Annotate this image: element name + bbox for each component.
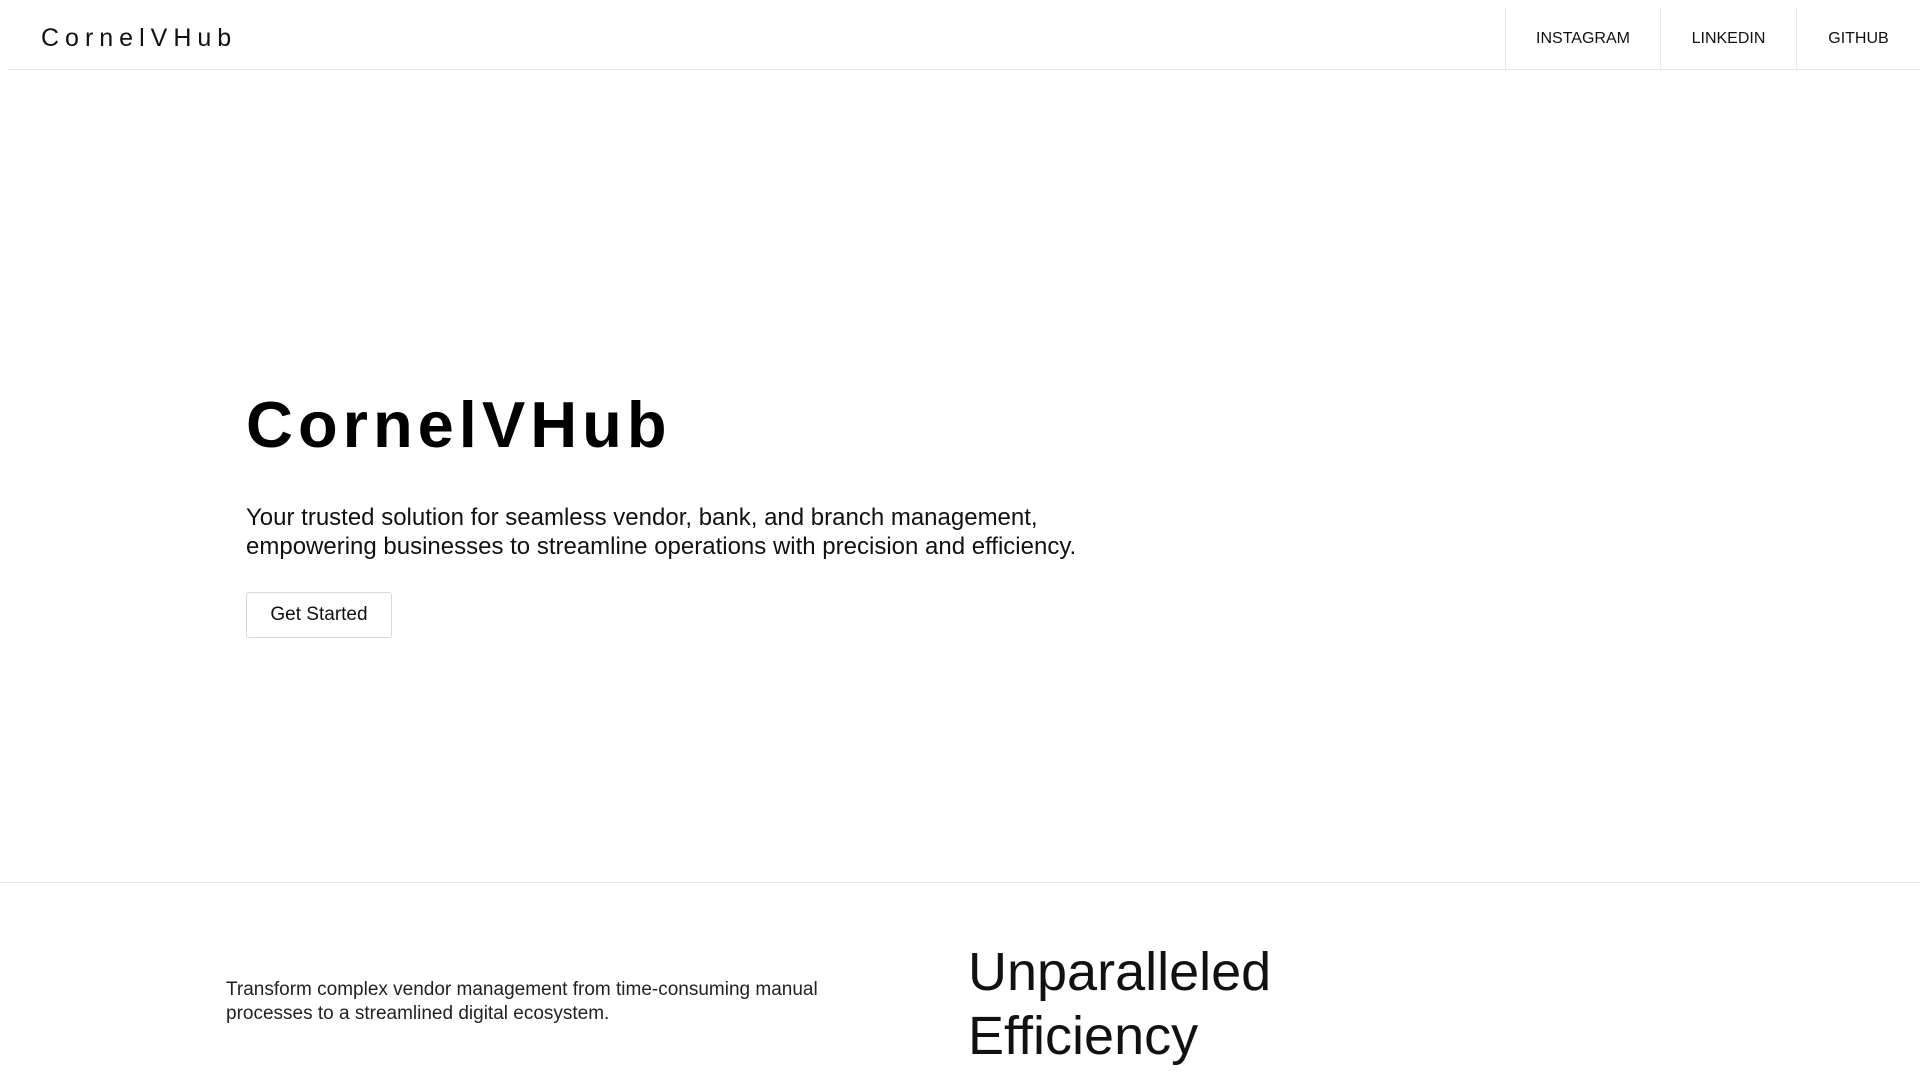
feature-description-line-1: Transform complex vendor management from…	[226, 979, 818, 1000]
nav-link-instagram[interactable]: INSTAGRAM	[1505, 8, 1660, 69]
site-header: CornelVHub INSTAGRAM LINKEDIN GITHUB	[8, 8, 1920, 70]
brand-logo[interactable]: CornelVHub	[8, 8, 237, 69]
hero-title: CornelVHub	[246, 388, 672, 461]
hero-subtitle-line-2: empowering businesses to streamline oper…	[246, 533, 1077, 560]
feature-description: Transform complex vendor management from…	[226, 978, 866, 1026]
nav-link-github[interactable]: GITHUB	[1796, 8, 1920, 69]
hero-section: CornelVHub Your trusted solution for sea…	[0, 70, 1920, 883]
hero-subtitle: Your trusted solution for seamless vendo…	[246, 503, 1166, 561]
nav-link-linkedin[interactable]: LINKEDIN	[1660, 8, 1796, 69]
feature-heading: Unparalleled Efficiency	[968, 940, 1271, 1068]
get-started-button[interactable]: Get Started	[246, 592, 392, 638]
hero-subtitle-line-1: Your trusted solution for seamless vendo…	[246, 504, 1038, 531]
feature-section: Transform complex vendor management from…	[0, 884, 1920, 1080]
feature-description-line-2: processes to a streamlined digital ecosy…	[226, 1003, 610, 1024]
feature-heading-line-2: Efficiency	[968, 1006, 1199, 1066]
feature-heading-line-1: Unparalleled	[968, 942, 1272, 1002]
social-nav: INSTAGRAM LINKEDIN GITHUB	[1505, 8, 1920, 69]
